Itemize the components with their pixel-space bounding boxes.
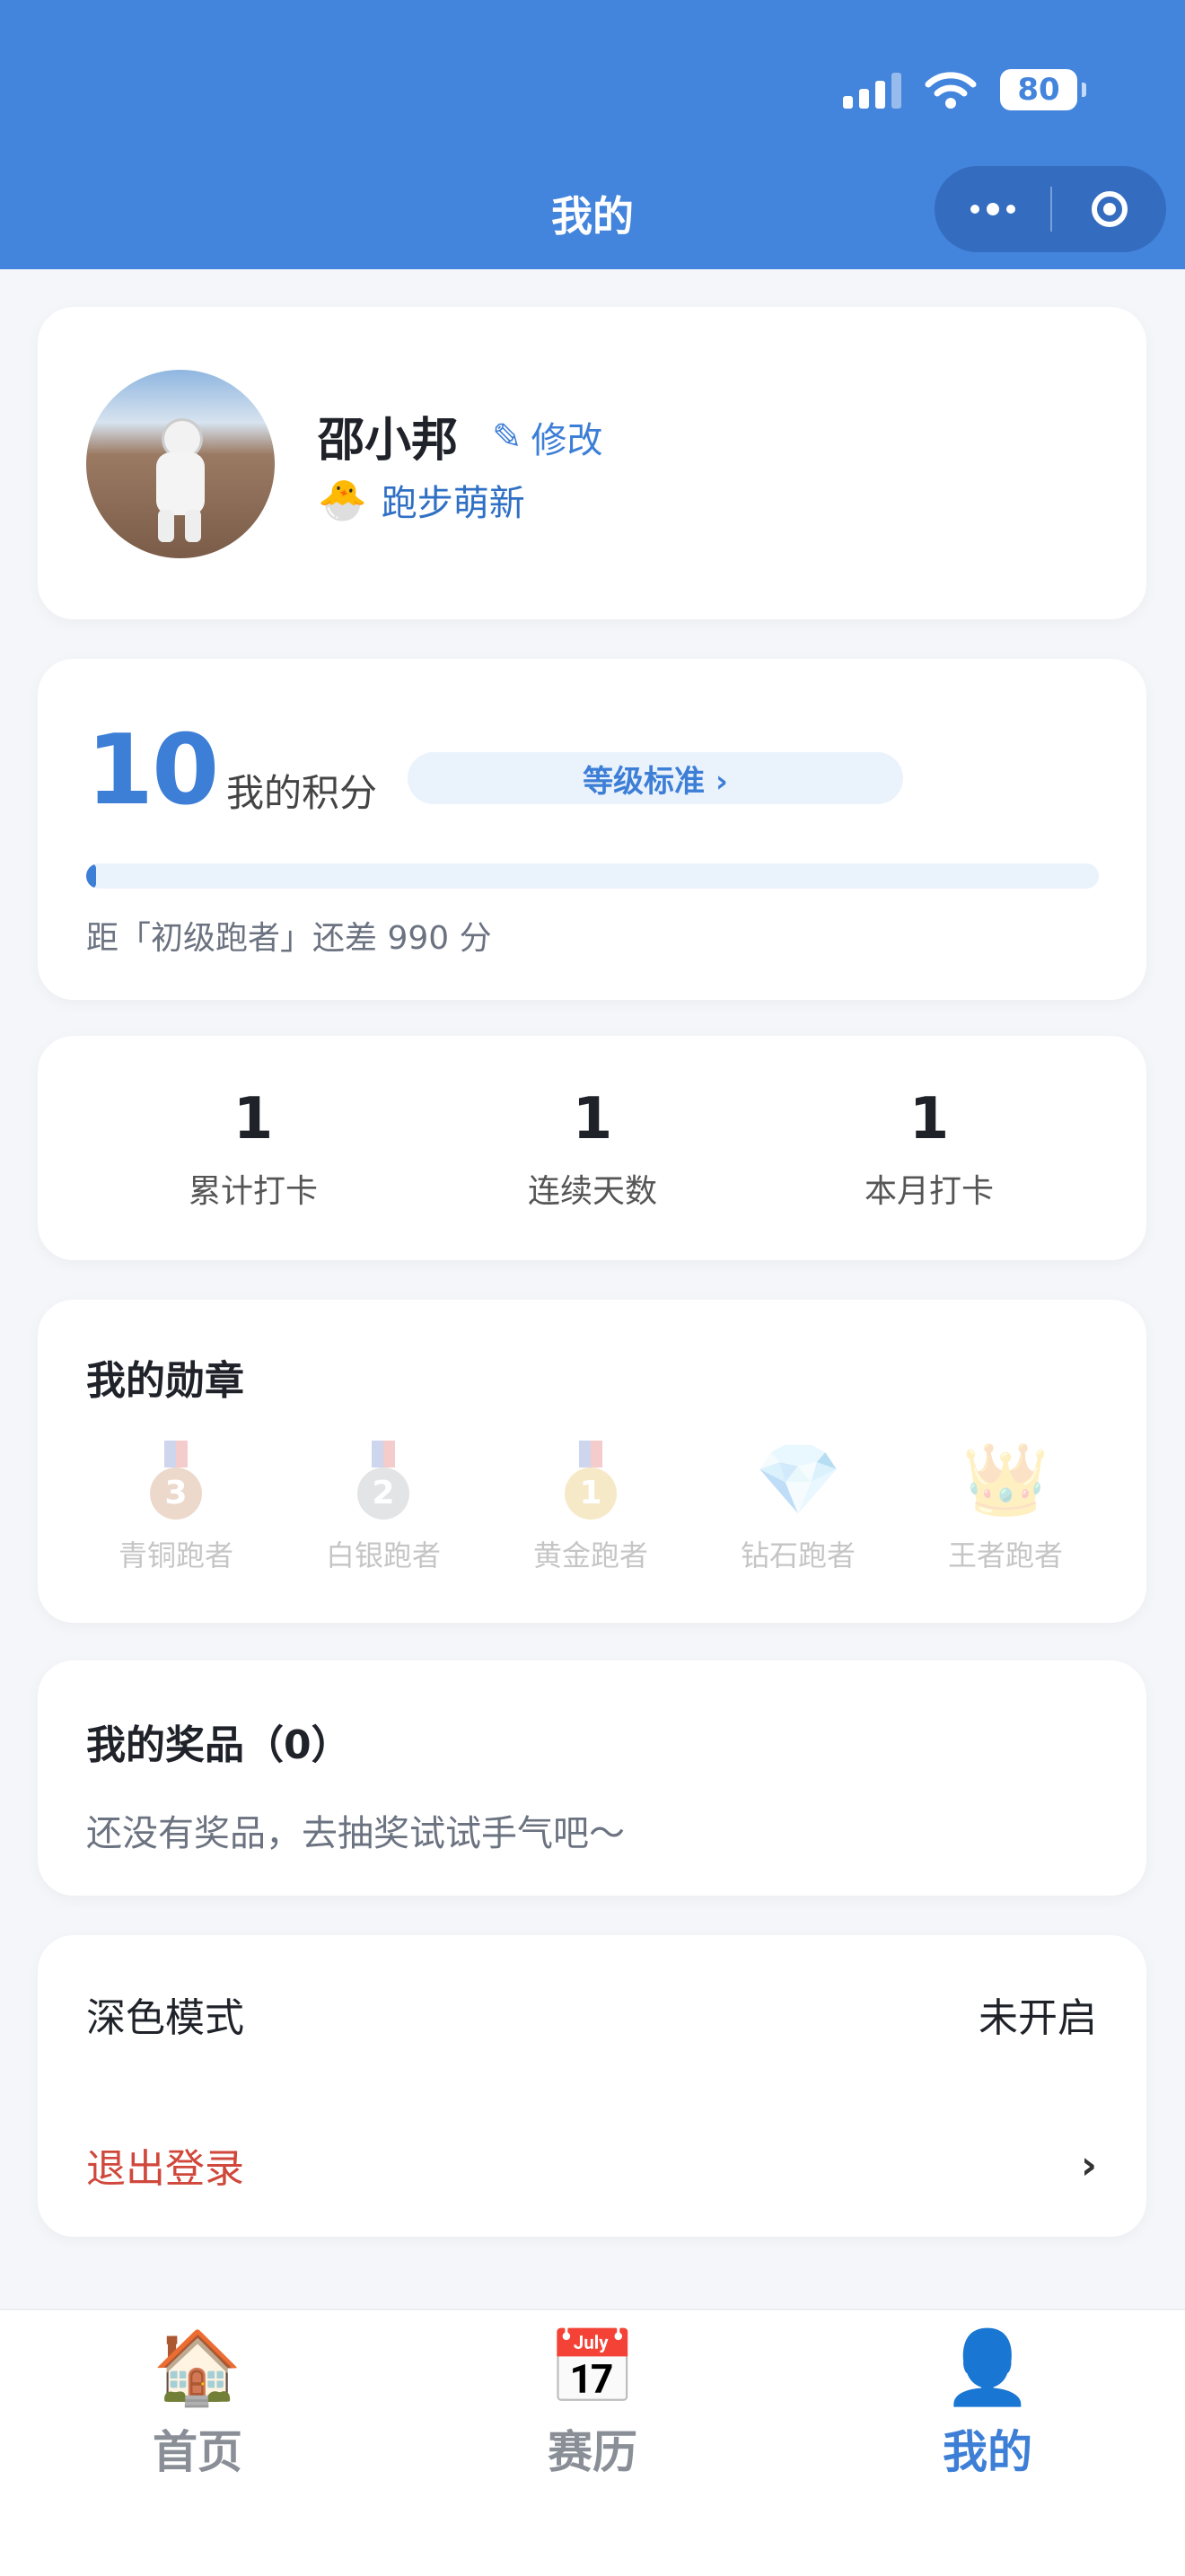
- profile-card: [38, 307, 1146, 619]
- points-label: 我的积分: [226, 771, 378, 815]
- medal-label: 黄金跑者: [532, 1538, 648, 1573]
- medal-label: 青铜跑者: [118, 1538, 233, 1573]
- tab-home[interactable]: 🏠 首页: [108, 2325, 287, 2481]
- stat-label: 连续天数: [527, 1173, 657, 1210]
- user-name: 邵小邦: [318, 414, 459, 468]
- edit-label: 修改: [531, 420, 603, 461]
- medals-title: 我的勋章: [86, 1358, 244, 1404]
- medal-label: 白银跑者: [325, 1538, 441, 1573]
- avatar[interactable]: [86, 370, 275, 558]
- hatching-chick-icon: 🐣: [318, 478, 367, 523]
- nav-header: 80 我的: [0, 0, 1185, 269]
- logout-label: 退出登录: [86, 2146, 244, 2192]
- gold-medal-icon: 1: [565, 1441, 617, 1520]
- tab-label: 我的: [943, 2426, 1032, 2478]
- progress-text: 距「初级跑者」还差 990 分: [86, 920, 492, 957]
- points-value: 10: [86, 714, 219, 827]
- tab-calendar[interactable]: 📅 赛历: [503, 2325, 682, 2481]
- stat-value: 1: [233, 1086, 274, 1152]
- prizes-card: [38, 1660, 1146, 1896]
- status-bar: 80: [843, 65, 1086, 115]
- more-dots-icon[interactable]: [935, 203, 1050, 215]
- stat-value: 1: [572, 1086, 613, 1152]
- tab-label: 首页: [153, 2426, 242, 2478]
- level-standard-button[interactable]: 等级标准 ›: [408, 752, 903, 804]
- crown-icon: 👑: [961, 1440, 1049, 1520]
- diamond-icon: 💎: [754, 1440, 842, 1520]
- house-icon: 🏠: [153, 2326, 242, 2409]
- wifi-icon: [925, 72, 977, 109]
- pencil-icon: ✎: [492, 416, 522, 458]
- logout-row[interactable]: 退出登录 ›: [86, 2136, 1097, 2194]
- stat-monthly-checkins: 1 本月打卡: [794, 1086, 1064, 1212]
- battery-indicator: 80: [1000, 69, 1086, 110]
- stat-label: 本月打卡: [864, 1173, 994, 1210]
- bronze-medal-icon: 3: [150, 1441, 202, 1520]
- silver-medal-icon: 2: [357, 1441, 409, 1520]
- dark-mode-label: 深色模式: [86, 1995, 244, 2041]
- stat-consecutive-days: 1 连续天数: [458, 1086, 727, 1212]
- signal-icon: [843, 71, 901, 109]
- tab-mine[interactable]: 👤 我的: [898, 2325, 1077, 2481]
- medal-diamond[interactable]: 💎 钻石跑者: [708, 1440, 888, 1574]
- calendar-icon: 📅: [548, 2326, 637, 2409]
- chevron-right-icon: ›: [1080, 2142, 1097, 2188]
- medal-silver[interactable]: 2 白银跑者: [294, 1440, 473, 1574]
- prizes-empty-text[interactable]: 还没有奖品，去抽奖试试手气吧～: [86, 1804, 625, 1856]
- stat-total-checkins: 1 累计打卡: [118, 1086, 388, 1212]
- edit-profile-button[interactable]: ✎ 修改: [492, 411, 603, 463]
- medal-king[interactable]: 👑 王者跑者: [916, 1440, 1095, 1574]
- mini-program-capsule: [935, 166, 1166, 252]
- points-progress-bar: [86, 863, 1099, 889]
- stat-label: 累计打卡: [188, 1173, 318, 1210]
- stat-value: 1: [908, 1086, 950, 1152]
- tab-label: 赛历: [548, 2426, 637, 2478]
- target-icon[interactable]: [1052, 191, 1166, 227]
- prizes-title: 我的奖品（0）: [86, 1722, 351, 1768]
- medal-gold[interactable]: 1 黄金跑者: [501, 1440, 680, 1574]
- dark-mode-row[interactable]: 深色模式 未开启: [86, 1985, 1097, 2043]
- medal-bronze[interactable]: 3 青铜跑者: [86, 1440, 266, 1574]
- medal-label: 王者跑者: [947, 1538, 1063, 1573]
- level-label: 跑步萌新: [381, 483, 525, 524]
- user-level: 🐣 跑步萌新: [318, 474, 525, 526]
- medal-label: 钻石跑者: [740, 1538, 856, 1573]
- dark-mode-value: 未开启: [979, 1995, 1097, 2041]
- user-icon: 👤: [943, 2326, 1032, 2409]
